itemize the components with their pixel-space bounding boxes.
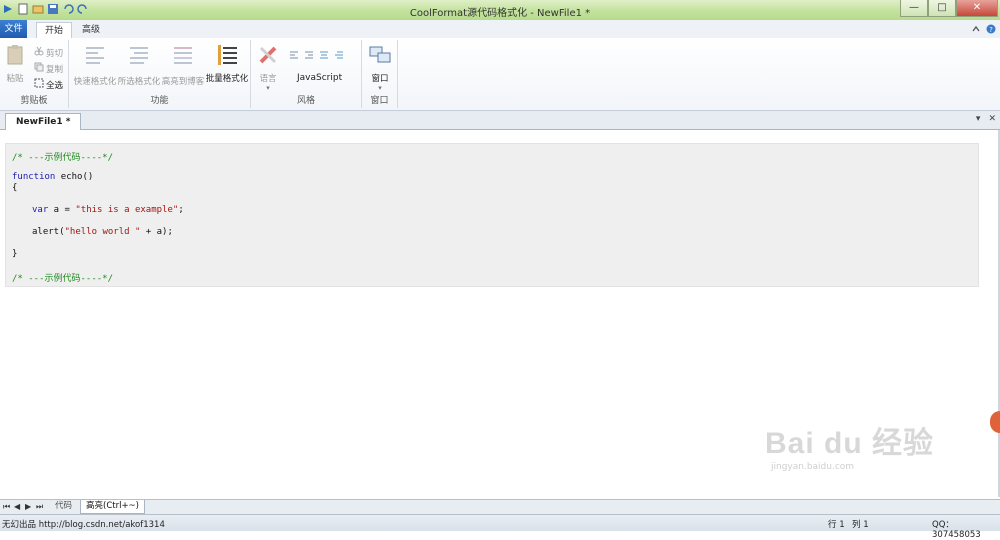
cut-label: 剪切 bbox=[46, 48, 64, 59]
minimize-button[interactable]: — bbox=[900, 0, 928, 17]
align-center-icon[interactable] bbox=[319, 50, 329, 63]
window-label: 窗口 bbox=[371, 74, 389, 84]
paste-label: 粘贴 bbox=[6, 74, 24, 84]
status-col: 列 1 bbox=[852, 520, 869, 530]
title-bar: CoolFormat源代码格式化 - NewFile1 * — □ ✕ bbox=[0, 0, 1000, 20]
paste-button[interactable]: 粘贴 bbox=[4, 44, 26, 84]
last-tab-icon[interactable]: ⏭ bbox=[36, 502, 43, 512]
ribbon-tab-bar: 文件 开始 高级 ? bbox=[0, 20, 1000, 39]
code-line-close-brace: } bbox=[12, 249, 18, 259]
status-credit: 无幻出品 http://blog.csdn.net/akof1314 bbox=[2, 520, 165, 530]
functions-group: 快速格式化 所选格式化 高亮到博客 批量格式化 功能 bbox=[69, 40, 251, 108]
close-button[interactable]: ✕ bbox=[956, 0, 998, 17]
code-line-open-brace: { bbox=[12, 183, 18, 193]
first-tab-icon[interactable]: ⏮ bbox=[3, 502, 10, 512]
highlighted-code-block: /* ---示例代码----*/ function echo() { var a… bbox=[5, 143, 979, 287]
document-tab-bar: NewFile1 * ▾ ✕ bbox=[0, 111, 1000, 130]
window-button[interactable]: 窗口 ▾ bbox=[367, 44, 393, 92]
select-all-button[interactable]: 全选 bbox=[34, 78, 63, 91]
window-group: 窗口 ▾ 窗口 bbox=[362, 40, 398, 108]
window-title: CoolFormat源代码格式化 - NewFile1 * bbox=[409, 8, 591, 19]
select-all-label: 全选 bbox=[46, 80, 64, 91]
function-signature: echo() bbox=[55, 172, 94, 182]
code-line-comment-top: /* ---示例代码----*/ bbox=[12, 153, 114, 163]
language-button[interactable]: 语言 ▾ bbox=[255, 44, 281, 92]
style-group-label: 风格 bbox=[296, 96, 315, 106]
tab-advanced[interactable]: 高级 bbox=[74, 22, 108, 38]
select-all-icon bbox=[34, 78, 44, 91]
window-dropdown-icon: ▾ bbox=[378, 84, 382, 92]
copy-icon bbox=[34, 62, 44, 75]
alert-call: alert( bbox=[32, 227, 65, 237]
quick-format-label: 快速格式化 bbox=[73, 77, 117, 87]
selected-format-button[interactable]: 所选格式化 bbox=[117, 44, 161, 87]
tab-code[interactable]: 代码 bbox=[50, 500, 77, 513]
window-group-label: 窗口 bbox=[370, 96, 389, 106]
selected-format-label: 所选格式化 bbox=[117, 77, 161, 87]
ribbon: 粘贴 剪切 复制 全选 剪贴板 快速格式化 所选格式化 高亮到博客 批量格式化 … bbox=[0, 38, 1000, 111]
batch-format-button[interactable]: 批量格式化 bbox=[205, 44, 249, 84]
code-line-var: var a = "this is a example"; bbox=[32, 205, 184, 215]
language-dropdown-icon: ▾ bbox=[266, 84, 270, 92]
quick-format-icon bbox=[84, 47, 106, 69]
keyword-function: function bbox=[12, 172, 56, 182]
clipboard-group-label: 剪贴板 bbox=[20, 96, 48, 106]
batch-format-label: 批量格式化 bbox=[205, 74, 249, 84]
style-group: 语言 ▾ JavaScript 风格 bbox=[251, 40, 362, 108]
window-icon bbox=[369, 44, 391, 66]
highlight-blog-button[interactable]: 高亮到博客 bbox=[161, 44, 205, 87]
code-line-function: function echo() bbox=[12, 172, 93, 182]
status-bar: 无幻出品 http://blog.csdn.net/akof1314 行 1 列… bbox=[0, 514, 1000, 540]
batch-format-icon bbox=[216, 44, 238, 66]
align-right-icon[interactable] bbox=[304, 50, 314, 63]
copy-label: 复制 bbox=[46, 64, 64, 75]
var-string: "this is a example" bbox=[75, 205, 179, 215]
quick-format-button[interactable]: 快速格式化 bbox=[73, 44, 117, 87]
ribbon-collapse-icon[interactable] bbox=[971, 24, 981, 37]
indent-icon[interactable] bbox=[334, 50, 344, 63]
help-icon[interactable]: ? bbox=[986, 24, 996, 37]
svg-text:?: ? bbox=[989, 26, 993, 34]
cut-button[interactable]: 剪切 bbox=[34, 46, 63, 59]
prev-tab-icon[interactable]: ◀ bbox=[14, 502, 20, 511]
align-left-icon[interactable] bbox=[289, 50, 299, 63]
watermark-brand: Bai du 经验 bbox=[765, 427, 935, 460]
watermark-url: jingyan.baidu.com bbox=[771, 462, 855, 472]
selected-format-icon bbox=[128, 47, 150, 69]
var-semicolon: ; bbox=[178, 205, 184, 215]
var-assign: a = bbox=[48, 205, 76, 215]
baidu-watermark: Bai du 经验 jingyan.baidu.com bbox=[765, 418, 934, 472]
tab-list-icon[interactable]: ▾ bbox=[976, 114, 981, 124]
paste-icon bbox=[4, 44, 26, 66]
code-line-comment-bottom: /* ---示例代码----*/ bbox=[12, 274, 114, 284]
clipboard-group: 粘贴 剪切 复制 全选 剪贴板 bbox=[0, 40, 69, 108]
functions-group-label: 功能 bbox=[150, 96, 169, 106]
view-tab-bar: ⏮ ◀ ▶ ⏭ 代码 高亮(Ctrl+~) bbox=[0, 499, 1000, 514]
tab-home[interactable]: 开始 bbox=[36, 22, 73, 39]
language-label: 语言 bbox=[259, 74, 277, 84]
align-icons bbox=[289, 50, 344, 63]
current-language[interactable]: JavaScript bbox=[297, 73, 342, 83]
tab-file[interactable]: 文件 bbox=[0, 20, 27, 38]
alert-string: "hello world " bbox=[64, 227, 141, 237]
maximize-button[interactable]: □ bbox=[928, 0, 956, 17]
code-line-alert: alert("hello world " + a); bbox=[32, 227, 173, 237]
close-document-icon[interactable]: ✕ bbox=[988, 114, 996, 124]
document-tab[interactable]: NewFile1 * bbox=[5, 113, 82, 130]
copy-button[interactable]: 复制 bbox=[34, 62, 63, 75]
highlight-icon bbox=[172, 47, 194, 69]
status-row: 行 1 bbox=[828, 520, 845, 530]
status-qq: QQ：307458053 bbox=[932, 520, 981, 540]
language-icon bbox=[257, 44, 279, 66]
next-tab-icon[interactable]: ▶ bbox=[25, 502, 31, 511]
tab-highlight[interactable]: 高亮(Ctrl+~) bbox=[80, 500, 146, 514]
scissors-icon bbox=[34, 46, 44, 59]
alert-end: + a); bbox=[140, 227, 173, 237]
highlight-blog-label: 高亮到博客 bbox=[161, 77, 205, 87]
keyword-var: var bbox=[32, 205, 49, 215]
